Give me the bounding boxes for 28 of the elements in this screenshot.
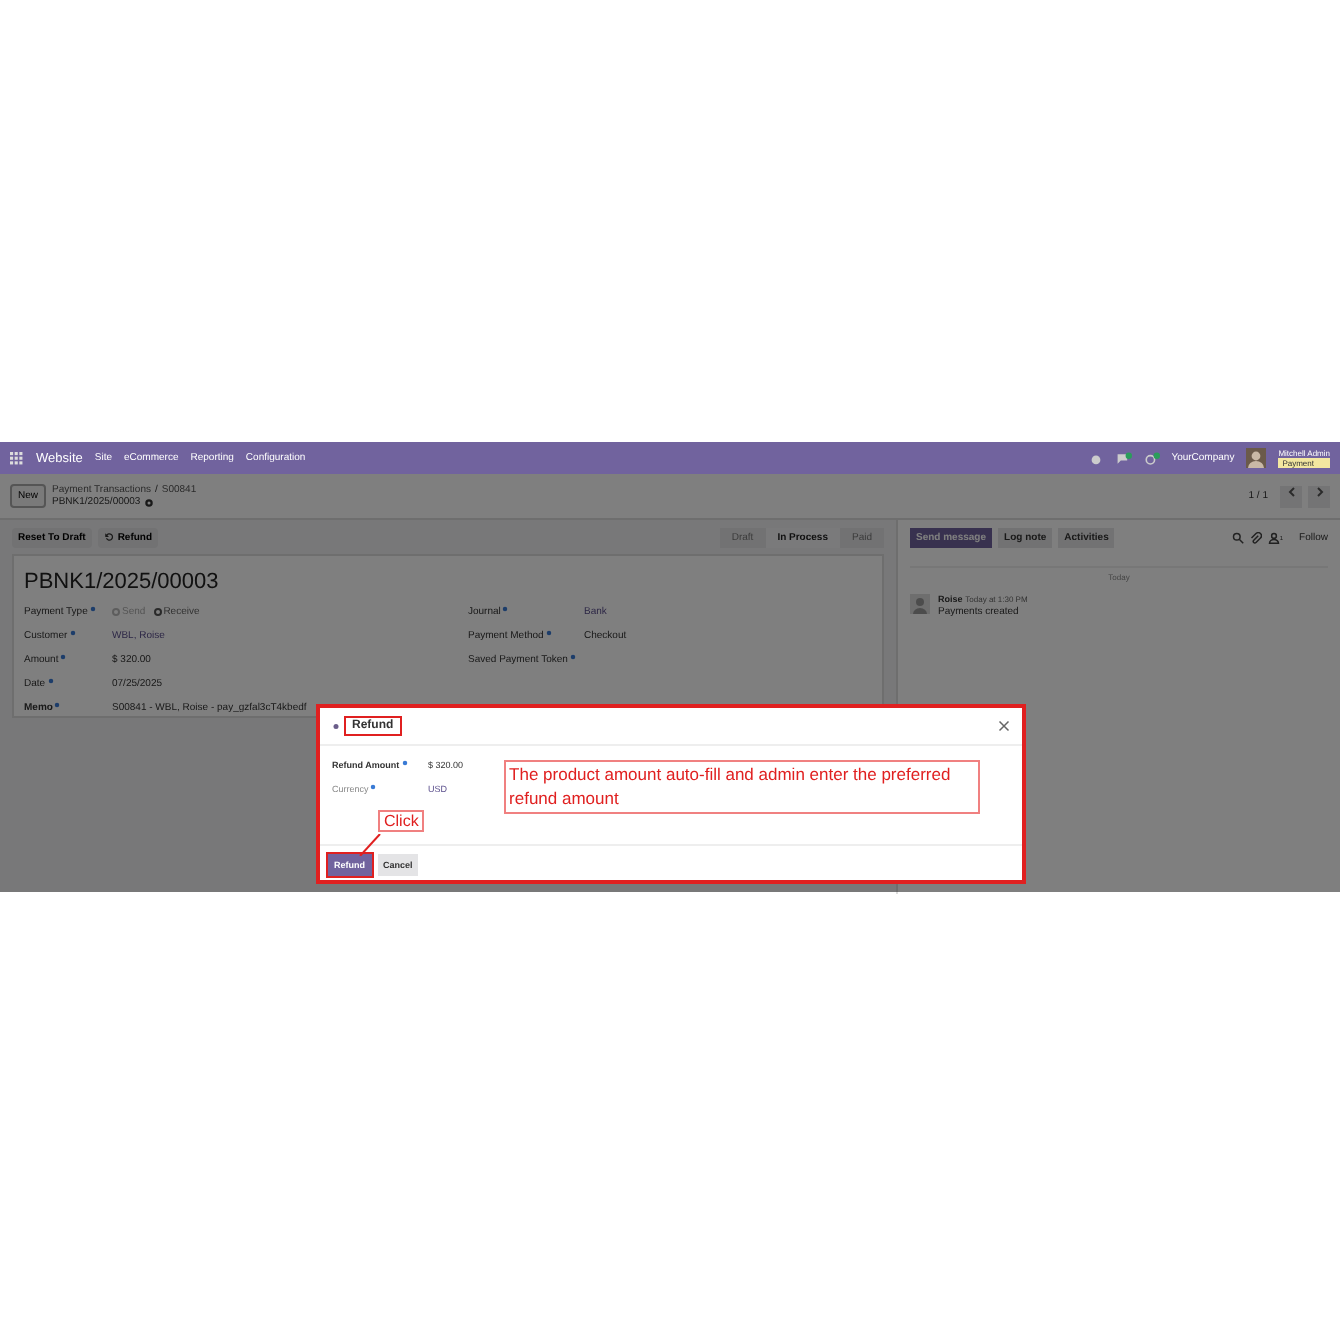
chevron-left-icon — [1285, 486, 1297, 498]
avatar-icon[interactable] — [1246, 448, 1267, 468]
chevron-right-icon — [1313, 486, 1325, 498]
next-button[interactable] — [1308, 485, 1330, 507]
paperclip-icon[interactable] — [1249, 531, 1262, 543]
help-icon[interactable] — [89, 606, 96, 612]
help-icon[interactable] — [401, 760, 408, 766]
close-icon[interactable] — [998, 720, 1010, 732]
help-icon[interactable] — [370, 784, 377, 790]
apps-menu-icon[interactable] — [10, 451, 24, 465]
help-icon[interactable] — [47, 678, 54, 684]
search-icon[interactable] — [1231, 531, 1244, 543]
help-icon[interactable] — [569, 654, 576, 660]
help-icon[interactable] — [502, 606, 509, 612]
settings-icon[interactable] — [144, 497, 155, 507]
help-icon[interactable] — [545, 630, 552, 636]
person-icon[interactable] — [1267, 531, 1280, 543]
undo-icon — [103, 532, 114, 542]
chat-icon[interactable] — [1115, 451, 1132, 465]
leader-line — [358, 834, 382, 856]
previous-button[interactable] — [1280, 485, 1302, 507]
help-icon[interactable] — [69, 630, 76, 636]
annotation-label: Click — [378, 810, 425, 832]
avatar-icon — [910, 594, 930, 614]
help-icon[interactable] — [54, 702, 61, 708]
help-icon[interactable] — [60, 654, 67, 660]
annotation-callout: The product amount auto-fill and admin enter the preferred refund amount — [503, 760, 980, 814]
record-title: PBNK1/2025/00003 — [24, 570, 221, 594]
